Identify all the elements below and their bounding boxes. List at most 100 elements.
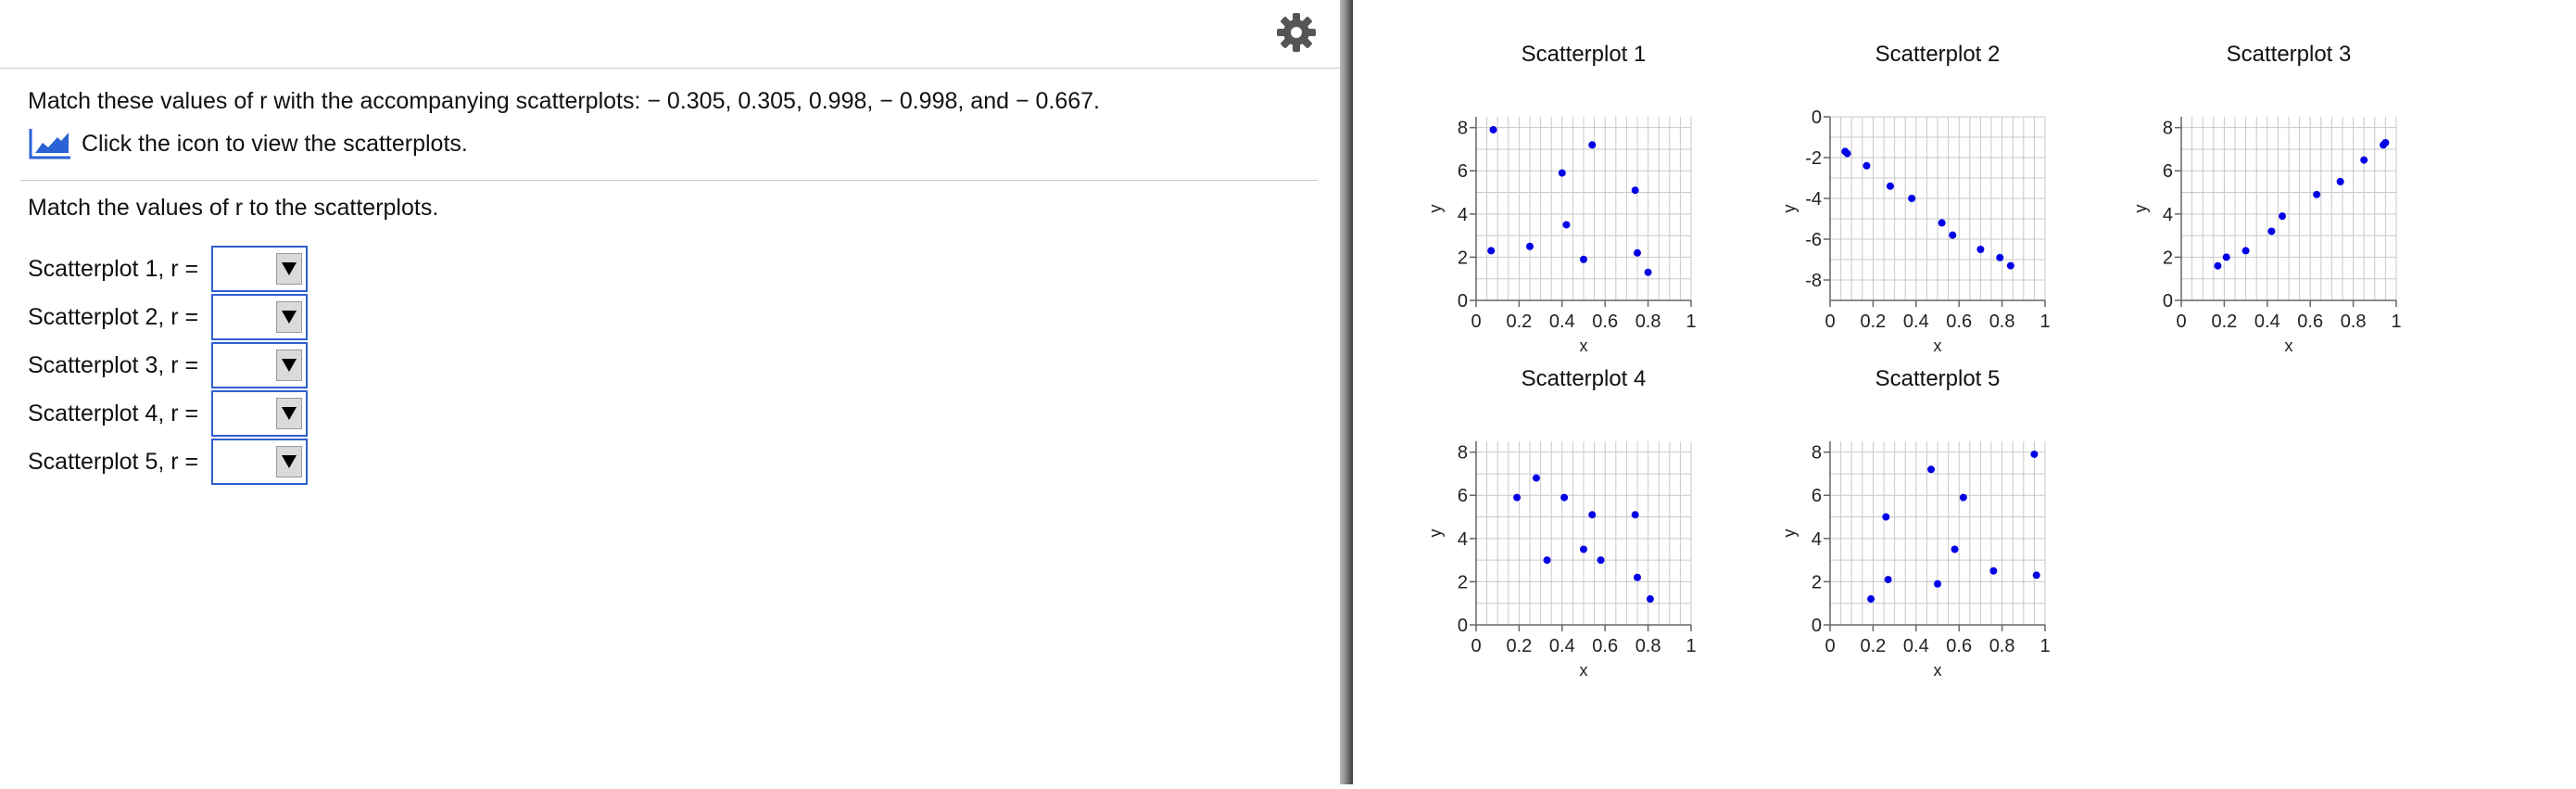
- x-tick-label: 0.2: [1860, 636, 1886, 656]
- answer-label: Scatterplot 4, r =: [28, 400, 199, 426]
- x-tick-label: 0: [2176, 312, 2186, 332]
- data-point: [2241, 247, 2250, 255]
- x-tick-label: 0.2: [2211, 312, 2237, 332]
- data-point: [1867, 595, 1875, 604]
- y-axis-label: y: [2131, 205, 2150, 213]
- scatterplots-figure: Scatterplot 10 0.2 0.4 0.6 0.8 102468xyScatte…: [1426, 42, 2402, 680]
- data-point: [1489, 125, 1497, 134]
- x-tick-label: 0.4: [2254, 312, 2280, 332]
- chart-title: Scatterplot 5: [1875, 366, 2001, 391]
- x-tick-label: 0.2: [1506, 312, 1532, 332]
- data-point: [1882, 513, 1890, 521]
- x-tick-label: 0.8: [2341, 312, 2367, 332]
- r-dropdown-1[interactable]: [211, 246, 308, 292]
- x-axis-label: x: [1580, 337, 1588, 355]
- triangle-down-icon[interactable]: [276, 446, 302, 477]
- x-tick-label: 0.6: [1592, 636, 1618, 656]
- data-point: [1884, 576, 1892, 584]
- answer-row-4: Scatterplot 4, r =: [28, 390, 308, 437]
- y-tick-label: 8: [1458, 443, 1468, 464]
- data-point: [1908, 195, 1916, 202]
- y-tick-label: 6: [1458, 486, 1468, 506]
- y-tick-label: 0: [1458, 616, 1468, 636]
- x-tick-label: 0.8: [1635, 636, 1661, 656]
- y-tick-label: -4: [1805, 189, 1822, 210]
- line-chart-icon[interactable]: [28, 127, 72, 160]
- x-tick-label: 0.4: [1549, 636, 1575, 656]
- x-tick-label: 0: [1825, 312, 1835, 332]
- data-point: [1989, 566, 1998, 575]
- question-panel: Match these values of r with the accompa…: [0, 0, 1340, 784]
- triangle-down-icon[interactable]: [276, 301, 302, 333]
- y-tick-label: 4: [1458, 205, 1468, 225]
- x-tick-label: 0.4: [1903, 636, 1929, 656]
- x-tick-label: 0.2: [1860, 312, 1886, 332]
- x-axis-label: x: [1580, 661, 1588, 680]
- x-tick-label: 0.8: [1635, 312, 1661, 332]
- y-tick-label: 2: [2163, 248, 2173, 268]
- section-divider: [20, 180, 1318, 181]
- y-tick-label: 2: [1812, 572, 1822, 592]
- data-point: [1526, 242, 1534, 250]
- y-axis-label: y: [1426, 205, 1445, 213]
- y-tick-label: 2: [1458, 572, 1468, 592]
- instruction-text: Match the values of r to the scatterplot…: [28, 195, 439, 221]
- panel-splitter[interactable]: [1340, 0, 1353, 784]
- x-tick-label: 0.6: [1946, 312, 1972, 332]
- y-tick-label: 4: [2163, 205, 2173, 225]
- data-point: [2030, 450, 2039, 458]
- triangle-down-icon[interactable]: [276, 398, 302, 429]
- chart-title: Scatterplot 3: [2227, 42, 2352, 67]
- answer-label: Scatterplot 3, r =: [28, 351, 199, 378]
- r-dropdown-4[interactable]: [211, 390, 308, 437]
- answer-row-2: Scatterplot 2, r =: [28, 294, 308, 340]
- data-point: [1976, 246, 1985, 253]
- y-tick-label: -2: [1805, 148, 1822, 169]
- data-point: [1562, 221, 1571, 229]
- x-axis-label: x: [1934, 337, 1942, 355]
- answer-label: Scatterplot 1, r =: [28, 255, 199, 282]
- data-point: [1646, 595, 1654, 604]
- x-tick-label: 0.6: [1946, 636, 1972, 656]
- scatterplot-2: Scatterplot 2 0 0.2 0.4 0.6 0.8 1 0 -2 -4 -6 -8 x y: [1780, 42, 2051, 355]
- scatterplot-1: Scatterplot 1 0 0.2 0.4 0.6 0.8 1 0 2 4 6 8 x y: [1426, 42, 1697, 355]
- x-tick-label: 0.4: [1549, 312, 1575, 332]
- r-dropdown-5[interactable]: [211, 439, 308, 485]
- data-point: [1532, 474, 1540, 482]
- x-tick-label: 1: [1686, 312, 1696, 332]
- scatterplot-4: Scatterplot 4 0 0.2 0.4 0.6 0.8 1 0 2 4 6 8 x y: [1426, 366, 1697, 680]
- data-point: [2032, 571, 2040, 579]
- data-point: [1634, 573, 1641, 581]
- gear-icon[interactable]: [1275, 11, 1318, 54]
- data-point: [2222, 253, 2230, 261]
- view-scatterplots-link[interactable]: Click the icon to view the scatterplots.: [28, 126, 468, 161]
- r-dropdown-3[interactable]: [211, 342, 308, 388]
- data-point: [1588, 511, 1597, 519]
- x-tick-label: 0.2: [1506, 636, 1532, 656]
- y-axis-label: y: [1426, 529, 1445, 538]
- x-axis-label: x: [2285, 337, 2293, 355]
- answer-row-5: Scatterplot 5, r =: [28, 439, 308, 485]
- data-point: [1513, 493, 1522, 502]
- x-tick-label: 0.8: [1989, 312, 2015, 332]
- y-tick-label: 0: [1458, 291, 1468, 312]
- x-tick-label: 0: [1471, 636, 1481, 656]
- data-point: [1959, 493, 1967, 502]
- x-axis-label: x: [1934, 661, 1942, 680]
- r-dropdown-2[interactable]: [211, 294, 308, 340]
- y-axis-label: y: [1780, 529, 1799, 538]
- chart-title: Scatterplot 4: [1522, 366, 1647, 391]
- header-divider: [0, 68, 1340, 69]
- y-tick-label: 6: [1812, 486, 1822, 506]
- triangle-down-icon[interactable]: [276, 253, 302, 285]
- y-tick-label: 8: [1458, 119, 1468, 139]
- y-tick-label: 8: [1812, 443, 1822, 464]
- data-point: [1843, 149, 1851, 158]
- y-tick-label: 4: [1458, 529, 1468, 550]
- x-tick-label: 0.6: [1592, 312, 1618, 332]
- data-point: [1560, 493, 1569, 502]
- y-tick-label: 0: [2163, 291, 2173, 312]
- triangle-down-icon[interactable]: [276, 350, 302, 381]
- chart-title: Scatterplot 2: [1875, 42, 2001, 67]
- data-point: [2360, 156, 2368, 164]
